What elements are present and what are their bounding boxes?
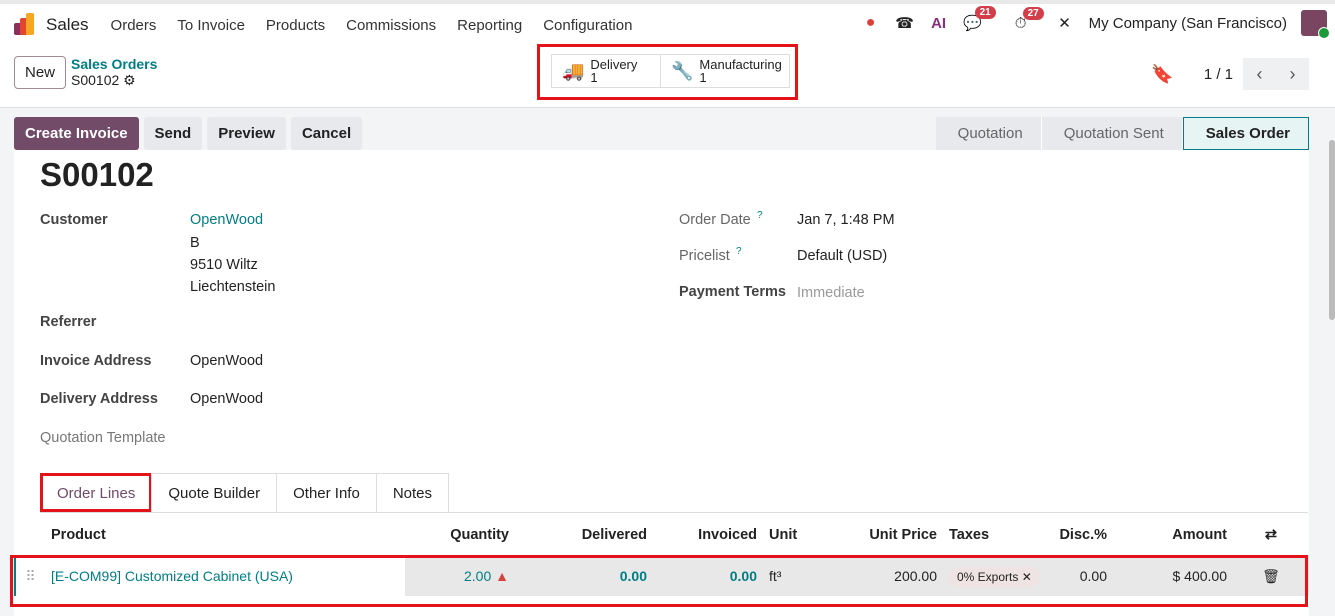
- customer-label: Customer: [40, 212, 108, 228]
- delivery-address-label: Delivery Address: [40, 391, 158, 407]
- tab-notes[interactable]: Notes: [375, 473, 449, 512]
- menu-commissions[interactable]: Commissions: [346, 17, 436, 34]
- payment-terms-label: Payment Terms: [679, 284, 786, 300]
- phone-icon[interactable]: ☎: [895, 14, 915, 32]
- col-discount[interactable]: Disc.%: [1053, 513, 1113, 556]
- referrer-label: Referrer: [40, 314, 97, 330]
- breadcrumb-current: S00102: [71, 72, 120, 88]
- menu-configuration[interactable]: Configuration: [543, 17, 632, 34]
- company-switcher[interactable]: My Company (San Francisco): [1089, 15, 1287, 32]
- tab-order-lines[interactable]: Order Lines: [40, 473, 153, 512]
- cancel-button[interactable]: Cancel: [290, 117, 363, 150]
- control-panel: New Sales Orders S00102 ⚙ 🚚 Delivery 1 🔧 Ma…: [0, 44, 1335, 108]
- user-avatar[interactable]: [1301, 10, 1330, 39]
- col-quantity[interactable]: Quantity: [405, 513, 515, 556]
- col-amount[interactable]: Amount: [1113, 513, 1233, 556]
- col-delivered[interactable]: Delivered: [515, 513, 653, 556]
- delivery-smart-button[interactable]: 🚚 Delivery 1: [551, 54, 661, 88]
- messages-icon[interactable]: 💬 21: [963, 6, 996, 32]
- menu-reporting[interactable]: Reporting: [457, 17, 522, 34]
- create-invoice-button[interactable]: Create Invoice: [14, 117, 139, 150]
- record-title: S00102: [40, 156, 154, 193]
- address-line: B: [190, 235, 200, 251]
- pager-value[interactable]: 1 / 1: [1204, 66, 1233, 83]
- app-name[interactable]: Sales: [46, 15, 89, 35]
- activities-icon[interactable]: ⏱ 27: [1011, 6, 1044, 32]
- truck-icon: 🚚: [562, 60, 585, 81]
- pager: 🔖 1 / 1 ‹ ›: [1151, 58, 1309, 90]
- pricelist-field[interactable]: Default (USD): [797, 248, 887, 264]
- scrollbar[interactable]: [1329, 140, 1335, 320]
- action-buttons: Create Invoice Send Preview Cancel: [14, 117, 363, 150]
- tab-quote-builder[interactable]: Quote Builder: [151, 473, 278, 512]
- col-unit[interactable]: Unit: [763, 513, 843, 556]
- pager-next-button[interactable]: ›: [1276, 58, 1309, 90]
- col-taxes[interactable]: Taxes: [943, 513, 1053, 556]
- help-icon[interactable]: ?: [736, 246, 742, 257]
- customer-link[interactable]: OpenWood: [190, 212, 263, 228]
- col-unit-price[interactable]: Unit Price: [843, 513, 943, 556]
- col-product[interactable]: Product: [45, 513, 405, 556]
- sales-app-logo-icon[interactable]: [14, 13, 36, 35]
- manufacturing-label: Manufacturing: [699, 57, 782, 72]
- menu-products[interactable]: Products: [266, 17, 325, 34]
- tools-icon[interactable]: ✕: [1055, 14, 1075, 32]
- invoice-address-label: Invoice Address: [40, 353, 152, 369]
- messages-badge: 21: [974, 6, 996, 19]
- gear-icon[interactable]: ⚙: [123, 72, 136, 88]
- send-button[interactable]: Send: [143, 117, 203, 150]
- delivery-count: 1: [590, 70, 598, 85]
- status-quotation-sent[interactable]: Quotation Sent: [1041, 117, 1183, 150]
- tab-other-info[interactable]: Other Info: [276, 473, 377, 512]
- new-button[interactable]: New: [14, 56, 66, 89]
- preview-button[interactable]: Preview: [207, 117, 286, 150]
- form-sheet: S00102 Customer OpenWood B 9510 Wiltz Li…: [14, 150, 1309, 616]
- col-invoiced[interactable]: Invoiced: [653, 513, 763, 556]
- address-line: Liechtenstein: [190, 279, 276, 295]
- menu-orders[interactable]: Orders: [111, 17, 157, 34]
- optional-columns-icon[interactable]: ⇄: [1233, 513, 1309, 556]
- breadcrumb: Sales Orders S00102 ⚙: [71, 56, 157, 89]
- activities-badge: 27: [1022, 6, 1044, 20]
- invoice-address-field[interactable]: OpenWood: [190, 353, 263, 369]
- smart-buttons-highlight: 🚚 Delivery 1 🔧 Manufacturing 1: [537, 44, 798, 100]
- payment-terms-field[interactable]: Immediate: [797, 285, 865, 301]
- order-line-highlight: [10, 555, 1308, 607]
- status-sales-order[interactable]: Sales Order: [1182, 117, 1309, 150]
- quotation-template-label: Quotation Template: [40, 430, 166, 446]
- order-date-label: Order Date: [679, 212, 751, 228]
- manufacturing-count: 1: [699, 70, 707, 85]
- manufacturing-smart-button[interactable]: 🔧 Manufacturing 1: [660, 54, 790, 88]
- record-icon[interactable]: ●: [861, 14, 881, 32]
- wrench-icon: 🔧: [671, 60, 694, 81]
- pricelist-label: Pricelist: [679, 248, 730, 264]
- menu-to-invoice[interactable]: To Invoice: [177, 17, 245, 34]
- breadcrumb-sales-orders[interactable]: Sales Orders: [71, 56, 157, 72]
- bookmark-icon[interactable]: 🔖: [1151, 64, 1173, 85]
- ai-icon[interactable]: AI: [929, 15, 949, 32]
- status-quotation[interactable]: Quotation: [935, 117, 1042, 150]
- address-line: 9510 Wiltz: [190, 257, 258, 273]
- delivery-address-field[interactable]: OpenWood: [190, 391, 263, 407]
- notebook-tabs: Order Lines Quote Builder Other Info Not…: [40, 473, 1308, 513]
- top-navbar: Sales Orders To Invoice Products Commission…: [0, 0, 1335, 46]
- table-header: Product Quantity Delivered Invoiced Unit…: [15, 513, 1309, 556]
- statusbar: Quotation Quotation Sent Sales Order: [935, 117, 1309, 150]
- pager-previous-button[interactable]: ‹: [1243, 58, 1276, 90]
- help-icon[interactable]: ?: [757, 210, 763, 221]
- order-date-field[interactable]: Jan 7, 1:48 PM: [797, 212, 895, 228]
